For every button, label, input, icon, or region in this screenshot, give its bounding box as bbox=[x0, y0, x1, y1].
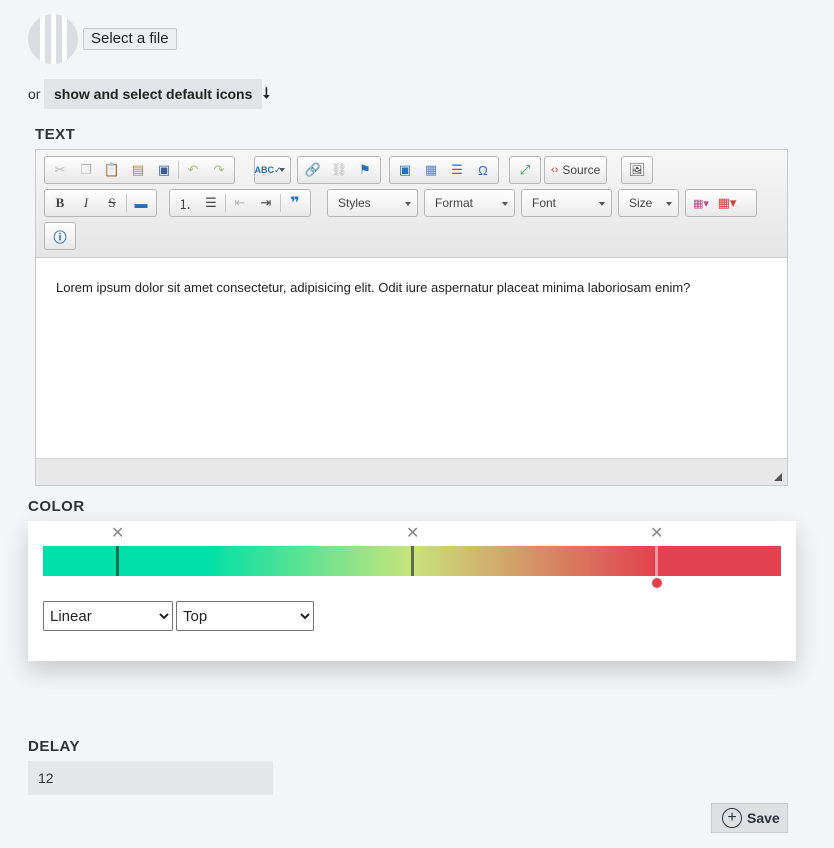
italic-icon[interactable]: I bbox=[73, 191, 99, 215]
select-file-button[interactable]: Select a file bbox=[83, 28, 177, 50]
editor-toolbar: ✂ ❐ 📋 ▤ ▣ ↶ ↷ ABC✓ 🔗 ⛓ ⚑ ▣ ▦ ☰ Ω ⤢ ‹› So… bbox=[36, 150, 787, 258]
show-default-icons-button[interactable]: show and select default icons bbox=[44, 79, 263, 109]
insert-image-icon[interactable]: 🖼 bbox=[624, 158, 650, 182]
cut-icon[interactable]: ✂ bbox=[47, 158, 73, 182]
editor-content[interactable]: Lorem ipsum dolor sit amet consectetur, … bbox=[56, 280, 690, 295]
resize-handle-icon[interactable] bbox=[774, 473, 782, 481]
spellcheck-group[interactable]: ABC✓ bbox=[254, 156, 291, 184]
chevron-down-icon bbox=[279, 168, 285, 172]
source-button[interactable]: ‹› Source bbox=[544, 156, 608, 184]
text-color-icon[interactable]: ▦▾ bbox=[688, 191, 714, 215]
color-section-label: COLOR bbox=[28, 498, 85, 515]
background-color-icon[interactable]: ▦▾ bbox=[714, 191, 740, 215]
arrow-down-icon: ⭣ bbox=[263, 85, 271, 102]
info-icon[interactable]: ⓘ bbox=[47, 224, 73, 248]
save-label: Save bbox=[747, 810, 780, 826]
undo-icon[interactable]: ↶ bbox=[180, 158, 206, 182]
redo-icon[interactable]: ↷ bbox=[206, 158, 232, 182]
gradient-type-select[interactable]: Linear bbox=[43, 601, 173, 631]
list-group: ⒈ ☰ ⇤ ⇥ ❞ bbox=[169, 189, 311, 217]
or-label: or bbox=[28, 86, 41, 102]
strike-icon[interactable]: S bbox=[99, 191, 125, 215]
paste-word-icon[interactable]: ▣ bbox=[151, 158, 177, 182]
image-icon[interactable]: ▣ bbox=[392, 158, 418, 182]
horizontal-rule-icon[interactable]: ☰ bbox=[444, 158, 470, 182]
selected-stop-indicator[interactable] bbox=[652, 578, 662, 588]
separator bbox=[178, 161, 179, 179]
gradient-direction-select[interactable]: Top bbox=[176, 601, 314, 631]
about-group: ⓘ bbox=[44, 222, 76, 250]
separator bbox=[280, 194, 281, 212]
copy-icon[interactable]: ❐ bbox=[73, 158, 99, 182]
image-group: 🖼 bbox=[621, 156, 653, 184]
plus-circle-icon: + bbox=[722, 808, 742, 828]
gradient-stop-marker[interactable] bbox=[411, 546, 414, 576]
maximize-icon[interactable]: ⤢ bbox=[512, 158, 538, 182]
outdent-icon[interactable]: ⇤ bbox=[227, 191, 253, 215]
delay-section-label: DELAY bbox=[28, 738, 80, 755]
paste-icon[interactable]: 📋 bbox=[99, 158, 125, 182]
paste-text-icon[interactable]: ▤ bbox=[125, 158, 151, 182]
gradient-stop-marker[interactable] bbox=[116, 546, 119, 576]
color-group: ▦▾ ▦▾ bbox=[685, 189, 757, 217]
save-button[interactable]: + Save bbox=[711, 803, 788, 833]
maximize-group: ⤢ bbox=[509, 156, 541, 184]
link-icon[interactable]: 🔗 bbox=[300, 158, 326, 182]
rich-text-editor: ✂ ❐ 📋 ▤ ▣ ↶ ↷ ABC✓ 🔗 ⛓ ⚑ ▣ ▦ ☰ Ω ⤢ ‹› So… bbox=[35, 149, 788, 486]
text-section-label: TEXT bbox=[35, 126, 76, 143]
format-dropdown[interactable]: Format bbox=[424, 189, 515, 217]
blockquote-icon[interactable]: ❞ bbox=[282, 191, 308, 215]
styles-dropdown[interactable]: Styles bbox=[327, 189, 418, 217]
separator bbox=[225, 194, 226, 212]
gradient-picker: ✕ ✕ ✕ Linear Top bbox=[28, 521, 796, 661]
clipboard-group: ✂ ❐ 📋 ▤ ▣ ↶ ↷ bbox=[44, 156, 235, 184]
file-preview-icon bbox=[28, 14, 78, 64]
remove-stop-icon[interactable]: ✕ bbox=[406, 526, 419, 542]
gradient-stop-marker[interactable] bbox=[655, 546, 658, 576]
delay-input[interactable]: 12 bbox=[28, 761, 273, 795]
numbered-list-icon[interactable]: ⒈ bbox=[172, 191, 198, 215]
source-icon: ‹› bbox=[551, 164, 559, 176]
font-dropdown[interactable]: Font bbox=[521, 189, 612, 217]
insert-group: ▣ ▦ ☰ Ω bbox=[389, 156, 499, 184]
bulleted-list-icon[interactable]: ☰ bbox=[198, 191, 224, 215]
indent-icon[interactable]: ⇥ bbox=[253, 191, 279, 215]
bold-icon[interactable]: B bbox=[47, 191, 73, 215]
special-char-icon[interactable]: Ω bbox=[470, 158, 496, 182]
basic-styles-group: B I S ▬ bbox=[44, 189, 157, 217]
spellcheck-icon[interactable]: ABC✓ bbox=[254, 158, 281, 182]
link-group: 🔗 ⛓ ⚑ bbox=[297, 156, 381, 184]
anchor-icon[interactable]: ⚑ bbox=[352, 158, 378, 182]
remove-stop-icon[interactable]: ✕ bbox=[111, 526, 124, 542]
source-label: Source bbox=[562, 163, 601, 177]
remove-stop-icon[interactable]: ✕ bbox=[650, 526, 663, 542]
remove-format-icon[interactable]: ▬ bbox=[128, 191, 154, 215]
unlink-icon[interactable]: ⛓ bbox=[326, 158, 352, 182]
size-dropdown[interactable]: Size bbox=[618, 189, 679, 217]
separator bbox=[126, 194, 127, 212]
editor-status-bar bbox=[36, 458, 787, 485]
table-icon[interactable]: ▦ bbox=[418, 158, 444, 182]
